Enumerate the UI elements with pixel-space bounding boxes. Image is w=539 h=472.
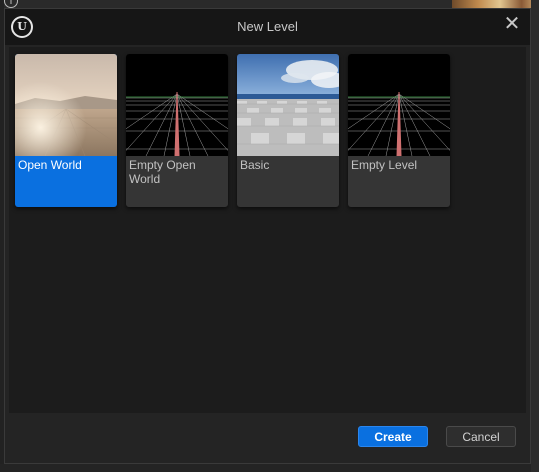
empty-open-world-thumbnail [126,54,228,156]
template-label: Empty Open World [129,158,196,186]
template-card-basic[interactable]: Basic [237,54,339,207]
template-label: Basic [240,158,270,172]
cancel-button[interactable]: Cancel [446,426,516,447]
new-level-dialog: U New Level ✕ Open World Empty Open Worl… [4,8,531,464]
close-icon[interactable]: ✕ [500,13,524,37]
title-bar[interactable]: U New Level ✕ [5,9,530,45]
open-world-thumbnail [15,54,117,156]
create-button[interactable]: Create [358,426,428,447]
background-right-panel [531,0,539,472]
template-grid: Open World Empty Open World Basic Empty … [9,47,526,413]
empty-level-thumbnail [348,54,450,156]
template-card-open-world[interactable]: Open World [15,54,117,207]
background-bottom-panel [0,464,539,472]
template-label: Empty Level [351,158,418,172]
dialog-title: New Level [237,19,298,34]
template-card-empty-level[interactable]: Empty Level [348,54,450,207]
template-label: Open World [18,158,82,172]
basic-thumbnail [237,54,339,156]
template-card-empty-open-world[interactable]: Empty Open World [126,54,228,207]
